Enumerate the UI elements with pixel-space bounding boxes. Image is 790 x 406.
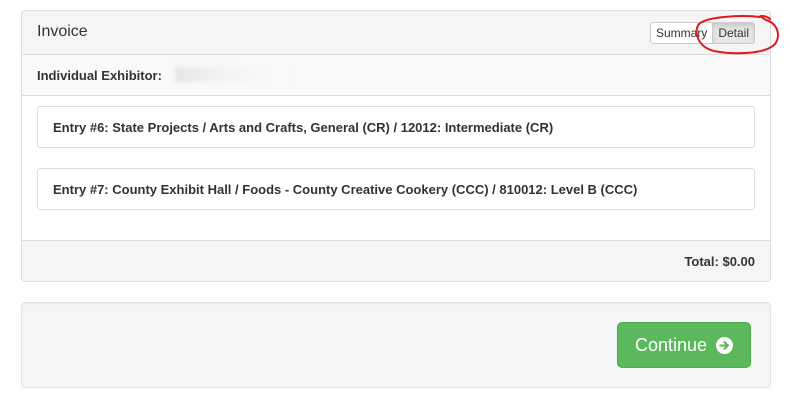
continue-label: Continue [634,334,708,355]
summary-button[interactable]: Summary [649,22,714,44]
invoice-header: Invoice Summary Detail [22,11,770,55]
arrow-circle-right-icon [716,336,734,354]
invoice-title: Invoice [37,23,88,40]
invoice-footer: Total: $0.00 [22,240,770,281]
detail-button[interactable]: Detail [712,22,755,44]
exhibitor-label: Individual Exhibitor: [37,68,162,83]
invoice-total: Total: $0.00 [684,254,755,269]
actions-well: Continue [21,302,771,388]
entry-text: Entry #7: County Exhibit Hall / Foods - … [53,181,638,197]
entry-item[interactable]: Entry #7: County Exhibit Hall / Foods - … [37,168,755,210]
entry-list: Entry #6: State Projects / Arts and Craf… [22,96,770,240]
entry-text: Entry #6: State Projects / Arts and Craf… [53,119,554,135]
exhibitor-row: Individual Exhibitor: [22,55,770,96]
continue-button[interactable]: Continue [617,322,751,368]
view-toggle: Summary Detail [649,22,755,44]
entry-item[interactable]: Entry #6: State Projects / Arts and Craf… [37,106,755,148]
invoice-panel: Invoice Summary Detail Individual Exhibi… [21,10,771,282]
exhibitor-name-redacted [175,67,287,82]
